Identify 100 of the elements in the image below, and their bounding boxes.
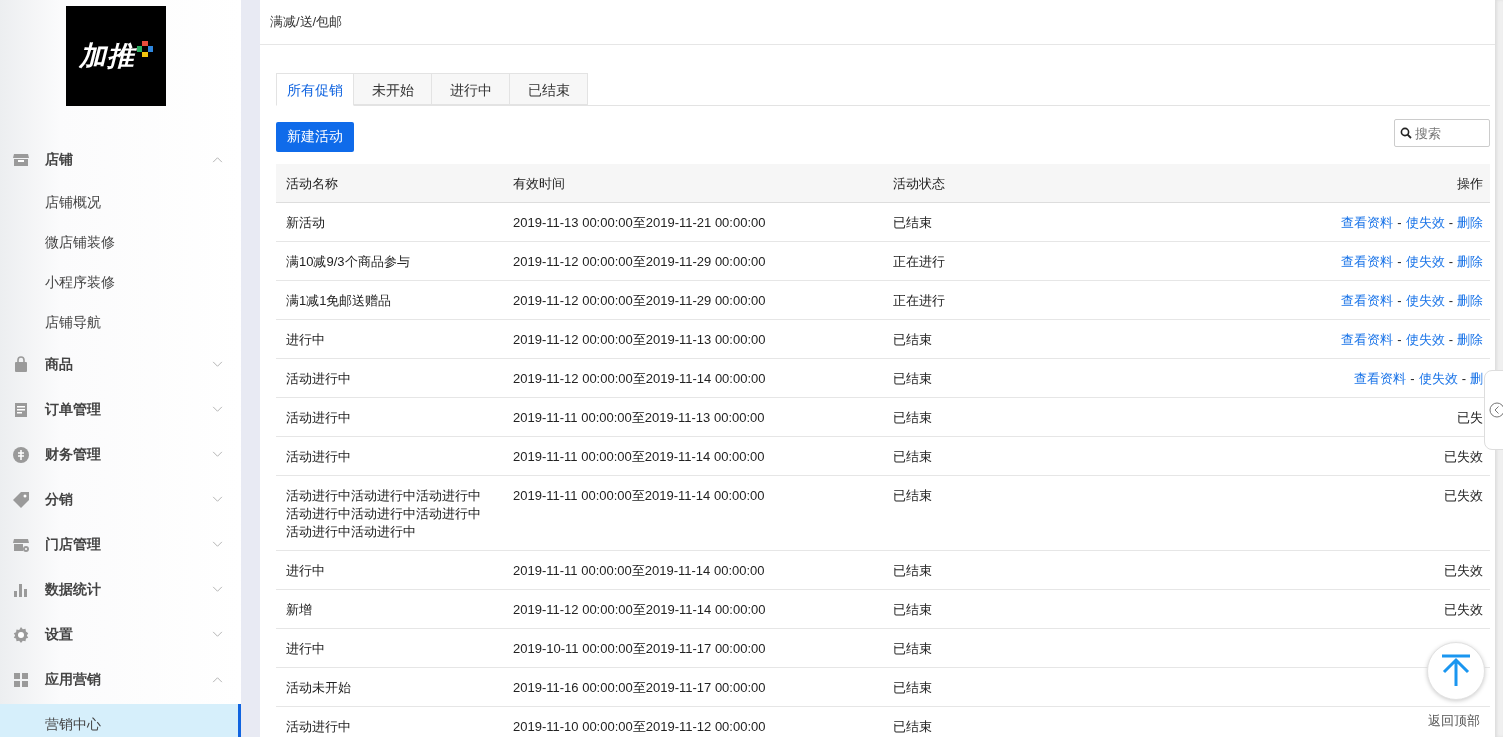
column-header: 操作 [1457, 176, 1483, 191]
grid-icon [12, 670, 30, 689]
nav-subitem[interactable]: 店铺导航 [0, 302, 241, 342]
nav-item[interactable]: 商品 [0, 342, 241, 387]
separator: - [1397, 215, 1402, 230]
chevron-down-icon [212, 541, 223, 548]
action-link[interactable]: 查看资料 [1354, 371, 1407, 386]
breadcrumb: 满减/送/包邮 [270, 13, 343, 31]
table-cell: 已失效 [1444, 602, 1483, 617]
table-cell: 已结束 [893, 488, 932, 503]
table-cell: 2019-11-11 00:00:00至2019-11-14 00:00:00 [513, 449, 765, 464]
nav-item[interactable]: 财务管理 [0, 432, 241, 477]
table-cell: 2019-11-12 00:00:00至2019-11-29 00:00:00 [513, 254, 766, 269]
chevron-down-icon [212, 631, 223, 638]
table-cell: 活动进行中 [286, 410, 351, 425]
table-cell: 已结束 [893, 215, 932, 230]
action-link[interactable]: 查看资料 [1341, 254, 1394, 269]
separator: - [1448, 215, 1453, 230]
table-cell: 已结束 [893, 371, 932, 386]
table-cell: 活动进行中活动进行中活动进行中活动进行中活动进行中活动进行中活动进行中活动进行中 [286, 488, 481, 539]
table-cell: 2019-11-12 00:00:00至2019-11-14 00:00:00 [513, 371, 766, 386]
tag-icon [12, 490, 30, 509]
chevron-down-icon [212, 586, 223, 593]
table-cell: 已结束 [893, 332, 932, 347]
table-cell: 2019-11-11 00:00:00至2019-11-14 00:00:00 [513, 488, 765, 503]
nav-item[interactable]: 数据统计 [0, 567, 241, 612]
nav-subitem[interactable]: 营销中心 [0, 704, 241, 737]
chevron-up-icon [212, 676, 223, 683]
table-cell: 2019-11-12 00:00:00至2019-11-29 00:00:00 [513, 293, 766, 308]
separator: - [1397, 332, 1402, 347]
action-link[interactable]: 删 [1470, 371, 1483, 386]
table-cell: 已失效 [1444, 563, 1483, 578]
separator: - [1448, 332, 1453, 347]
action-link[interactable]: 使失效 [1405, 215, 1445, 230]
tab[interactable]: 进行中 [432, 73, 510, 105]
arrow-up-icon [1439, 654, 1473, 688]
table-cell: 已结束 [893, 563, 932, 578]
table-cell: 已失 [1457, 410, 1483, 425]
action-link[interactable]: 查看资料 [1341, 215, 1394, 230]
table-cell: 2019-10-11 00:00:00至2019-11-17 00:00:00 [513, 641, 766, 656]
chevron-down-icon [212, 406, 223, 413]
separator: - [1448, 254, 1453, 269]
separator: - [1461, 371, 1466, 386]
tab[interactable]: 未开始 [354, 73, 432, 105]
document-icon [12, 400, 30, 419]
action-link[interactable]: 删除 [1457, 332, 1483, 347]
table-cell: 进行中 [286, 332, 325, 347]
tab[interactable]: 所有促销 [276, 73, 354, 106]
settings-icon [12, 625, 30, 644]
action-link[interactable]: 删除 [1457, 215, 1483, 230]
table-cell: 正在进行 [893, 254, 945, 269]
table-cell: 活动未开始 [286, 680, 351, 695]
nav-item[interactable]: 设置 [0, 612, 241, 657]
action-link[interactable]: 查看资料 [1341, 332, 1394, 347]
table-cell: 满10减9/3个商品参与 [286, 254, 410, 269]
search-field[interactable]: 搜索 [1394, 119, 1490, 147]
table-cell: 2019-11-16 00:00:00至2019-11-17 00:00:00 [513, 680, 766, 695]
table-cell: 已结束 [893, 410, 932, 425]
table-cell: 已结束 [893, 719, 932, 734]
action-link[interactable]: 使失效 [1405, 332, 1445, 347]
action-link[interactable]: 使失效 [1405, 293, 1445, 308]
back-to-top-label: 返回顶部 [1428, 712, 1480, 730]
nav-item[interactable]: 分销 [0, 477, 241, 522]
action-link[interactable]: 查看资料 [1341, 293, 1394, 308]
coin-icon [12, 445, 30, 464]
bag-icon [12, 355, 30, 374]
back-to-top-button[interactable] [1427, 642, 1485, 700]
table-cell: 2019-11-13 00:00:00至2019-11-21 00:00:00 [513, 215, 766, 230]
nav-subitem[interactable]: 小程序装修 [0, 262, 241, 302]
action-link[interactable]: 删除 [1457, 254, 1483, 269]
chevron-left-icon [1489, 402, 1503, 418]
action-link[interactable]: 删除 [1457, 293, 1483, 308]
action-link[interactable]: 使失效 [1418, 371, 1458, 386]
separator: - [1397, 254, 1402, 269]
new-activity-button[interactable]: 新建活动 [276, 122, 354, 152]
table-cell: 已失效 [1444, 449, 1483, 464]
separator: - [1410, 371, 1415, 386]
table-cell: 2019-11-11 00:00:00至2019-11-14 00:00:00 [513, 563, 765, 578]
table-cell: 活动进行中 [286, 449, 351, 464]
table-cell: 已结束 [893, 449, 932, 464]
chevron-down-icon [212, 361, 223, 368]
table-cell: 活动进行中 [286, 371, 351, 386]
chevron-up-icon [212, 156, 223, 163]
table-cell: 满1减1免邮送赠品 [286, 293, 392, 308]
tab[interactable]: 已结束 [510, 73, 588, 105]
nav-item[interactable]: 店铺 [0, 137, 241, 182]
table-cell: 已结束 [893, 641, 932, 656]
column-header: 有效时间 [513, 176, 565, 191]
table-cell: 新增 [286, 602, 312, 617]
action-link[interactable]: 使失效 [1405, 254, 1445, 269]
table-cell: 2019-11-11 00:00:00至2019-11-13 00:00:00 [513, 410, 765, 425]
nav-item[interactable]: 订单管理 [0, 387, 241, 432]
nav-item[interactable]: 门店管理 [0, 522, 241, 567]
table-cell: 已失效 [1444, 488, 1483, 503]
nav-item[interactable]: 应用营销 [0, 657, 241, 702]
nav-subitem[interactable]: 微店铺装修 [0, 222, 241, 262]
separator: - [1397, 293, 1402, 308]
column-header: 活动状态 [893, 176, 945, 191]
logo-mark-icon [137, 41, 153, 57]
nav-subitem[interactable]: 店铺概况 [0, 182, 241, 222]
